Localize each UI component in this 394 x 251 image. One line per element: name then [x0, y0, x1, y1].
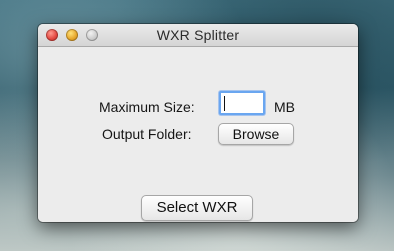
window-content: Maximum Size: MB Output Folder: Browse S…: [38, 47, 358, 222]
title-bar[interactable]: WXR Splitter: [38, 24, 358, 47]
select-wxr-button[interactable]: Select WXR: [141, 195, 253, 221]
app-window: WXR Splitter Maximum Size: MB Output Fol…: [38, 24, 358, 222]
text-caret: [224, 96, 225, 111]
maximum-size-label: Maximum Size:: [99, 99, 195, 115]
output-folder-label: Output Folder:: [102, 126, 192, 142]
window-title: WXR Splitter: [156, 27, 240, 43]
browse-button[interactable]: Browse: [218, 123, 294, 145]
unit-label: MB: [274, 99, 295, 115]
maximum-size-input[interactable]: [219, 91, 265, 115]
